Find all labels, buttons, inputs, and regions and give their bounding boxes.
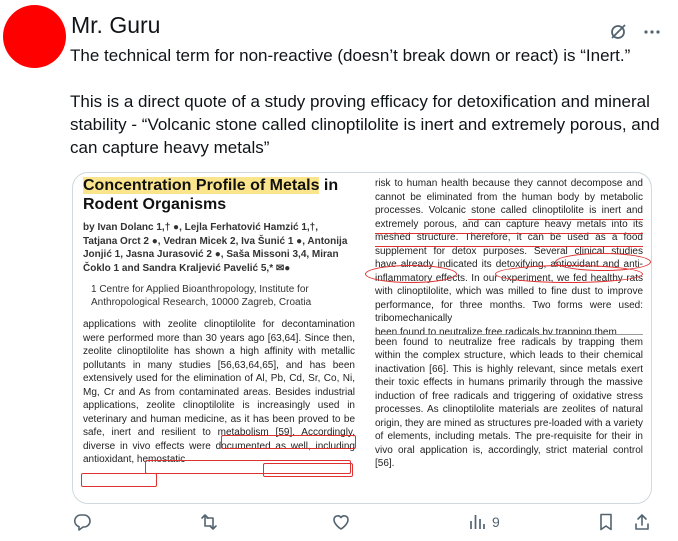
avatar[interactable] (3, 5, 66, 68)
bookmark-icon (597, 512, 615, 532)
post-paragraph-1: The technical term for non-reactive (doe… (70, 46, 631, 65)
repost-button[interactable] (198, 512, 220, 532)
like-icon (331, 512, 351, 532)
paper-title: Concentration Profile of Metals in Roden… (83, 176, 355, 214)
paper-left-column: Concentration Profile of Metals in Roden… (83, 173, 355, 503)
like-button[interactable] (331, 512, 351, 532)
paper-left-body: applications with zeolite clinoptilolite… (83, 319, 355, 465)
more-icon[interactable] (642, 22, 662, 42)
paper-affiliation: 1 Centre for Applied Bioanthropology, In… (91, 284, 312, 308)
share-icon (632, 512, 652, 532)
paper-cut-line: been found to neutralize free radicals b… (375, 326, 643, 335)
paper-right-bottom: been found to neutralize free radicals b… (375, 336, 643, 470)
share-button[interactable] (632, 512, 652, 532)
paper-right-column: risk to human health because they cannot… (375, 173, 643, 503)
views-icon (468, 512, 486, 532)
post-top-actions (608, 22, 662, 42)
views-count: 9 (492, 514, 500, 530)
paper-right-top: risk to human health because they cannot… (375, 178, 643, 324)
post-action-bar: 9 (72, 512, 662, 536)
reply-button[interactable] (72, 512, 92, 532)
repost-icon (198, 512, 220, 532)
views-button[interactable]: 9 (468, 512, 500, 532)
author-name[interactable]: Mr. Guru (71, 12, 160, 39)
post-paragraph-2: This is a direct quote of a study provin… (70, 92, 660, 157)
post-text: The technical term for non-reactive (doe… (70, 44, 672, 182)
bookmark-button[interactable] (597, 512, 615, 532)
paper-authors: by Ivan Dolanc 1,† ●, Lejla Ferhatović H… (83, 222, 348, 274)
paper-title-highlighted: Concentration Profile of Metals (83, 177, 320, 194)
post-image[interactable]: Concentration Profile of Metals in Roden… (72, 172, 652, 504)
reply-icon (72, 512, 92, 532)
grok-icon[interactable] (608, 22, 628, 42)
